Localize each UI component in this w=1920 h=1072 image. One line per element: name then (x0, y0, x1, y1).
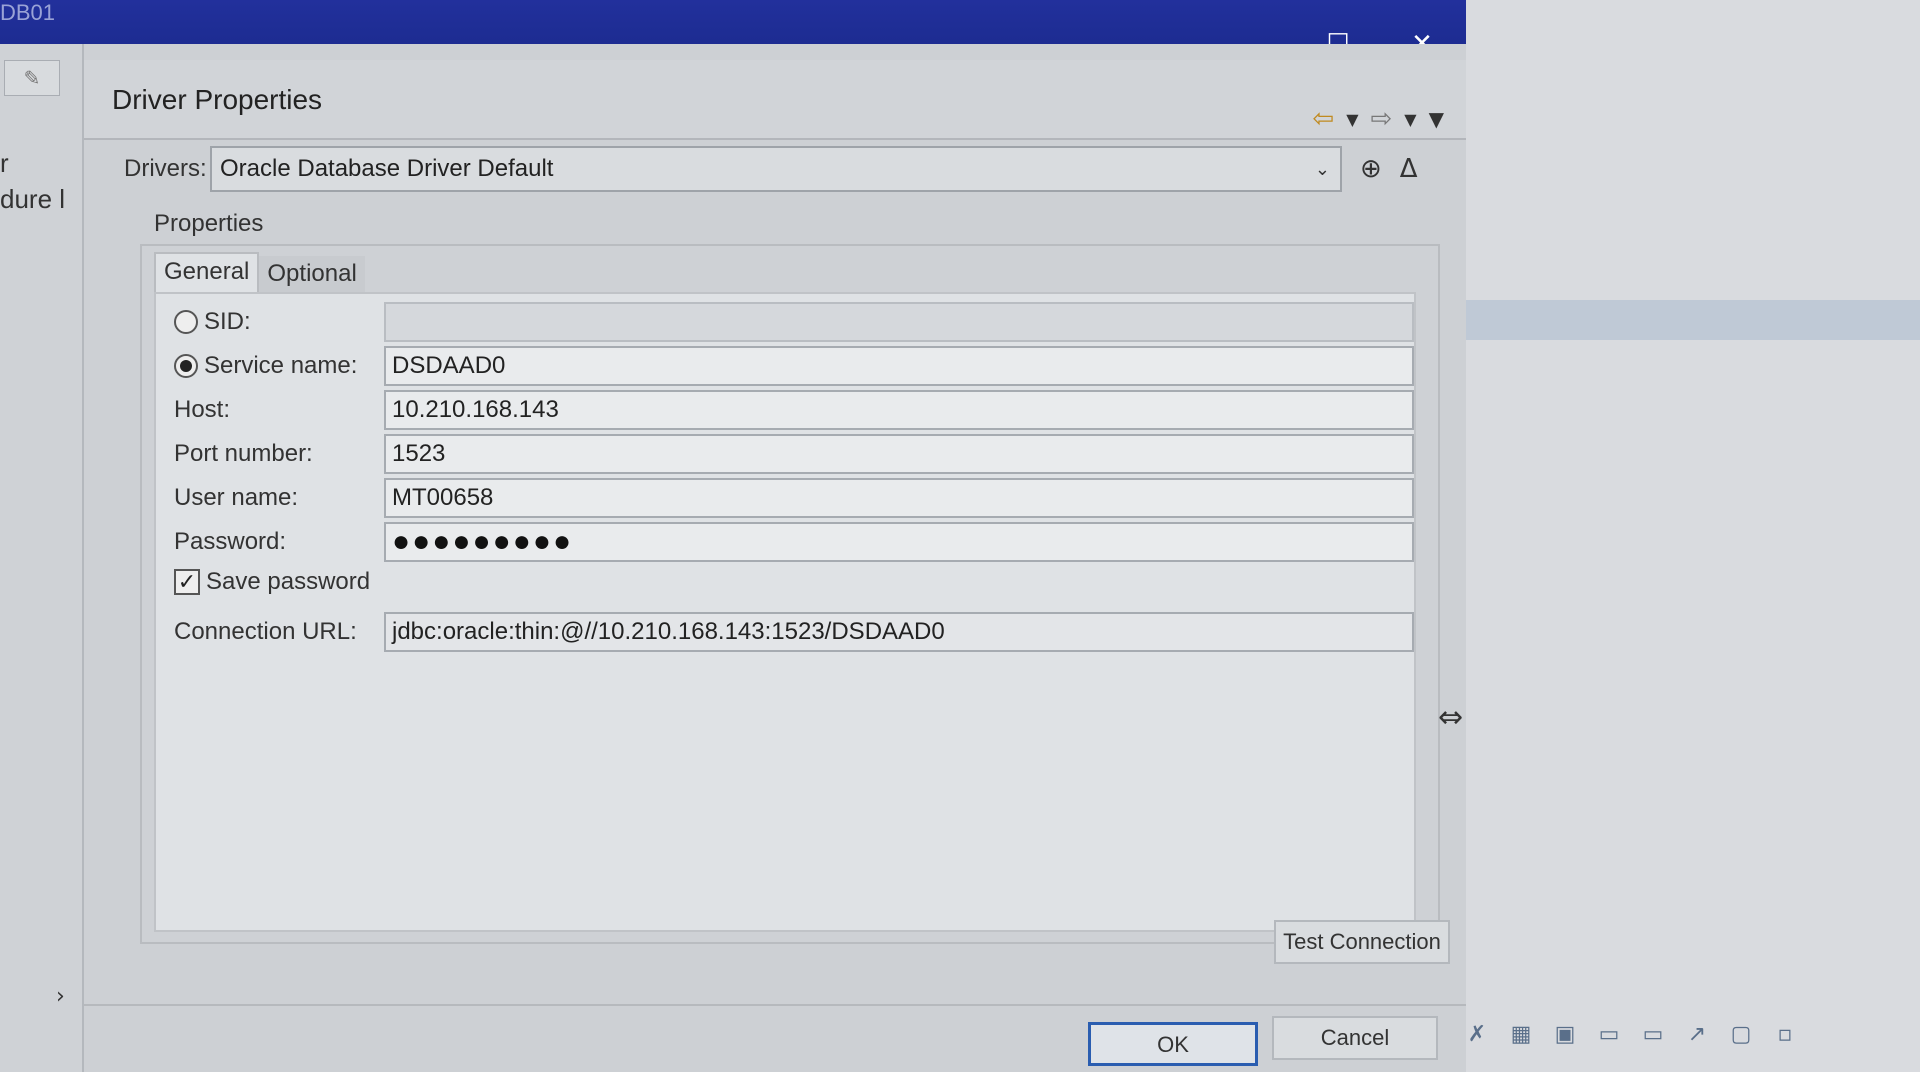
left-text-fragment: r (0, 148, 9, 178)
properties-tabs: General Optional (154, 252, 365, 296)
comment-remove-icon[interactable]: ▭ (1638, 1020, 1668, 1050)
drivers-select[interactable]: Oracle Database Driver Default ⌄ (210, 146, 1342, 192)
general-tab-body: SID: Service name: DSDAAD0 Host: 10.210.… (154, 292, 1416, 932)
sid-label: SID: (204, 308, 251, 335)
tab-optional[interactable]: Optional (259, 256, 365, 296)
user-row: User name: MT00658 (174, 478, 1414, 518)
left-text-fragment: dure l (0, 184, 66, 214)
add-driver-icon[interactable]: ⊕ (1360, 154, 1382, 184)
sid-radio[interactable] (174, 310, 198, 334)
password-label: Password: (174, 528, 287, 555)
save-icon[interactable]: ▣ (1550, 1020, 1580, 1050)
back-arrow-icon[interactable]: ⇦ (1312, 104, 1334, 134)
forward-arrow-icon[interactable]: ⇨ (1371, 104, 1393, 134)
dialog-title: Driver Properties (112, 84, 323, 115)
user-name-input[interactable]: MT00658 (384, 478, 1414, 518)
left-background-panel: ✎ r dure l › (0, 44, 84, 1072)
save-password-label: Save password (206, 568, 371, 595)
view-menu-icon[interactable]: ▼ (1429, 107, 1444, 131)
edit-icon[interactable]: ✎ (4, 60, 60, 96)
drivers-selected-value: Oracle Database Driver Default (220, 155, 554, 182)
save-password-checkbox-label[interactable]: ✓ Save password (174, 568, 574, 596)
forward-dropdown-icon[interactable]: ▼ (1404, 110, 1416, 129)
properties-group: General Optional SID: Service name: DSDA… (140, 244, 1440, 944)
service-name-input[interactable]: DSDAAD0 (384, 346, 1414, 386)
service-name-row: Service name: DSDAAD0 (174, 346, 1414, 386)
chevron-down-icon[interactable]: ⌄ (1315, 148, 1330, 190)
host-label: Host: (174, 396, 231, 423)
test-connection-button[interactable]: Test Connection (1274, 920, 1450, 964)
resize-cursor-icon: ⇔ (1438, 700, 1464, 735)
password-row: Password: ●●●●●●●●● (174, 522, 1414, 562)
port-input[interactable]: 1523 (384, 434, 1414, 474)
connection-url-row: Connection URL: jdbc:oracle:thin:@//10.2… (174, 612, 1414, 652)
save-password-checkbox[interactable]: ✓ (174, 569, 200, 595)
drivers-row: Drivers: Oracle Database Driver Default … (124, 146, 1418, 192)
properties-group-label: Properties (154, 210, 264, 237)
ok-button[interactable]: OK (1088, 1022, 1258, 1066)
drivers-label: Drivers: (124, 155, 207, 182)
host-input[interactable]: 10.210.168.143 (384, 390, 1414, 430)
screen: DB01 ☐ ✕ ✎ r dure l › Driver Properties … (0, 0, 1920, 1072)
service-name-radio-label[interactable]: Service name: (174, 352, 384, 380)
connection-url-label: Connection URL: (174, 618, 357, 645)
driver-properties-dialog: Driver Properties ⇦ ▼ ⇨ ▼ ▼ Drivers: Ora… (84, 44, 1466, 1072)
connection-url-input[interactable]: jdbc:oracle:thin:@//10.210.168.143:1523/… (384, 612, 1414, 652)
service-name-label: Service name: (204, 352, 358, 379)
save-password-row: ✓ Save password (174, 568, 574, 596)
cancel-button[interactable]: Cancel (1272, 1016, 1438, 1060)
password-input[interactable]: ●●●●●●●●● (384, 522, 1414, 562)
nav-toolbar: ⇦ ▼ ⇨ ▼ ▼ (1312, 104, 1444, 134)
chevron-right-icon[interactable]: › (56, 984, 65, 1009)
remove-icon[interactable]: ✗ (1462, 1020, 1492, 1050)
sid-radio-label[interactable]: SID: (174, 308, 384, 336)
port-label: Port number: (174, 440, 313, 467)
service-name-radio[interactable] (174, 354, 198, 378)
sid-row: SID: (174, 302, 1414, 342)
window-icon[interactable]: ▫ (1770, 1020, 1800, 1050)
background-toolbar: ✗ ▦ ▣ ▭ ▭ ↗ ▢ ▫ (1462, 1020, 1800, 1050)
background-selected-row (1462, 300, 1920, 340)
monitor-icon[interactable]: ▢ (1726, 1020, 1756, 1050)
footer-separator (84, 1004, 1466, 1006)
sid-input (384, 302, 1414, 342)
dialog-header: Driver Properties ⇦ ▼ ⇨ ▼ ▼ (84, 60, 1466, 140)
tab-general[interactable]: General (154, 252, 260, 292)
background-app (1462, 0, 1920, 1072)
host-row: Host: 10.210.168.143 (174, 390, 1414, 430)
export-icon[interactable]: ↗ (1682, 1020, 1712, 1050)
back-dropdown-icon[interactable]: ▼ (1346, 110, 1358, 129)
comment-icon[interactable]: ▭ (1594, 1020, 1624, 1050)
user-name-label: User name: (174, 484, 299, 511)
port-row: Port number: 1523 (174, 434, 1414, 474)
layout-icon[interactable]: ▦ (1506, 1020, 1536, 1050)
titlebar-text: DB01 (0, 0, 56, 25)
warning-triangle-icon[interactable]: Δ (1400, 154, 1418, 184)
